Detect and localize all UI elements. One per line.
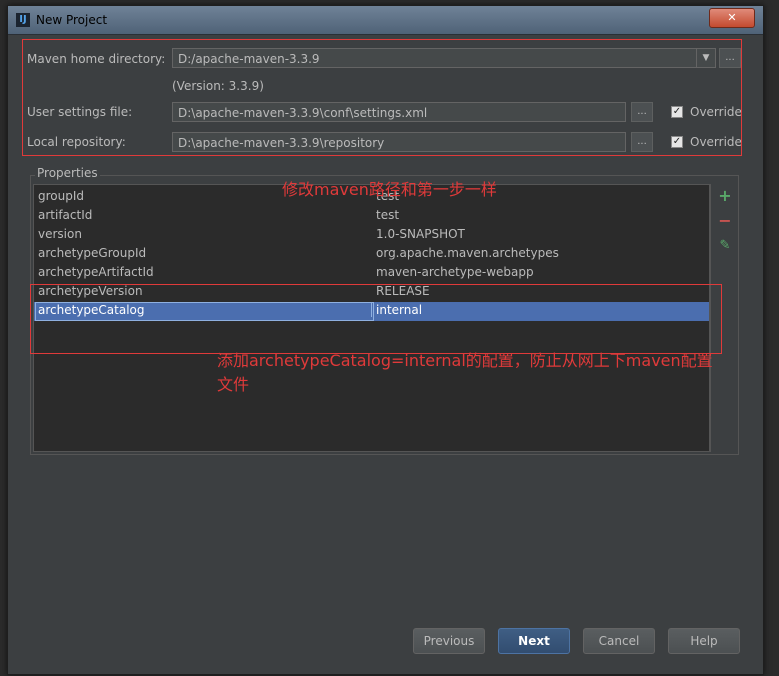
properties-toolbar: + − ✎ <box>710 184 738 452</box>
new-project-dialog: IJ New Project ✕ Maven home directory: D… <box>7 5 764 675</box>
user-settings-field[interactable]: D:\apache-maven-3.3.9\conf\settings.xml <box>172 102 626 122</box>
property-key: archetypeCatalog <box>35 302 374 321</box>
property-key: archetypeVersion <box>38 284 143 298</box>
annotation-maven-path: 修改maven路径和第一步一样 <box>282 180 497 199</box>
previous-button[interactable]: Previous <box>413 628 485 654</box>
property-value: maven-archetype-webapp <box>376 265 534 279</box>
property-value: org.apache.maven.archetypes <box>376 246 559 260</box>
close-button[interactable]: ✕ <box>709 8 755 28</box>
help-button[interactable]: Help <box>668 628 740 654</box>
maven-version-text: (Version: 3.3.9) <box>172 79 264 93</box>
property-value: 1.0-SNAPSHOT <box>376 227 465 241</box>
cancel-button[interactable]: Cancel <box>583 628 655 654</box>
next-button[interactable]: Next <box>498 628 570 654</box>
maven-home-value: D:/apache-maven-3.3.9 <box>178 52 320 66</box>
table-row[interactable]: archetypeArtifactId maven-archetype-weba… <box>34 264 709 283</box>
property-value: RELEASE <box>376 284 430 298</box>
annotation-archetype-catalog: 添加archetypeCatalog=internal的配置，防止从网上下mav… <box>217 349 761 397</box>
window-title: New Project <box>36 13 108 27</box>
properties-table[interactable]: groupId test artifactId test version 1.0… <box>33 184 710 452</box>
intellij-app-icon: IJ <box>16 13 30 27</box>
local-repository-field[interactable]: D:\apache-maven-3.3.9\repository <box>172 132 626 152</box>
annotation-line: 文件 <box>217 375 250 394</box>
background-editor-strip <box>0 0 7 676</box>
local-repository-browse-button[interactable]: ... <box>631 132 653 152</box>
property-key: archetypeArtifactId <box>38 265 154 279</box>
property-value: internal <box>371 303 422 317</box>
user-settings-override-label: Override <box>690 105 742 119</box>
table-row[interactable]: archetypeVersion RELEASE <box>34 283 709 302</box>
user-settings-label: User settings file: <box>27 105 133 119</box>
local-repository-value: D:\apache-maven-3.3.9\repository <box>178 136 385 150</box>
property-key: groupId <box>38 189 85 203</box>
remove-icon[interactable]: − <box>715 211 735 231</box>
maven-home-label: Maven home directory: <box>27 52 166 66</box>
properties-title: Properties <box>35 166 100 180</box>
property-key: version <box>38 227 82 241</box>
table-row[interactable]: version 1.0-SNAPSHOT <box>34 226 709 245</box>
local-repository-label: Local repository: <box>27 135 126 149</box>
chevron-down-icon[interactable]: ▼ <box>696 49 715 67</box>
edit-icon[interactable]: ✎ <box>715 236 735 256</box>
add-icon[interactable]: + <box>715 186 735 206</box>
user-settings-override-checkbox[interactable]: ✓ <box>671 106 683 118</box>
title-bar: IJ New Project ✕ <box>8 6 763 35</box>
maven-home-combobox[interactable]: D:/apache-maven-3.3.9 ▼ <box>172 48 716 68</box>
table-row[interactable]: artifactId test <box>34 207 709 226</box>
table-row-selected[interactable]: archetypeCatalog internal <box>34 302 709 321</box>
table-row[interactable]: archetypeGroupId org.apache.maven.archet… <box>34 245 709 264</box>
user-settings-browse-button[interactable]: ... <box>631 102 653 122</box>
local-repository-override-checkbox[interactable]: ✓ <box>671 136 683 148</box>
property-key: archetypeGroupId <box>38 246 147 260</box>
maven-home-browse-button[interactable]: ... <box>719 48 741 68</box>
local-repository-override-label: Override <box>690 135 742 149</box>
property-value: test <box>376 208 400 222</box>
property-key: artifactId <box>38 208 93 222</box>
user-settings-value: D:\apache-maven-3.3.9\conf\settings.xml <box>178 106 428 120</box>
annotation-line: 添加archetypeCatalog=internal的配置，防止从网上下mav… <box>217 351 713 370</box>
